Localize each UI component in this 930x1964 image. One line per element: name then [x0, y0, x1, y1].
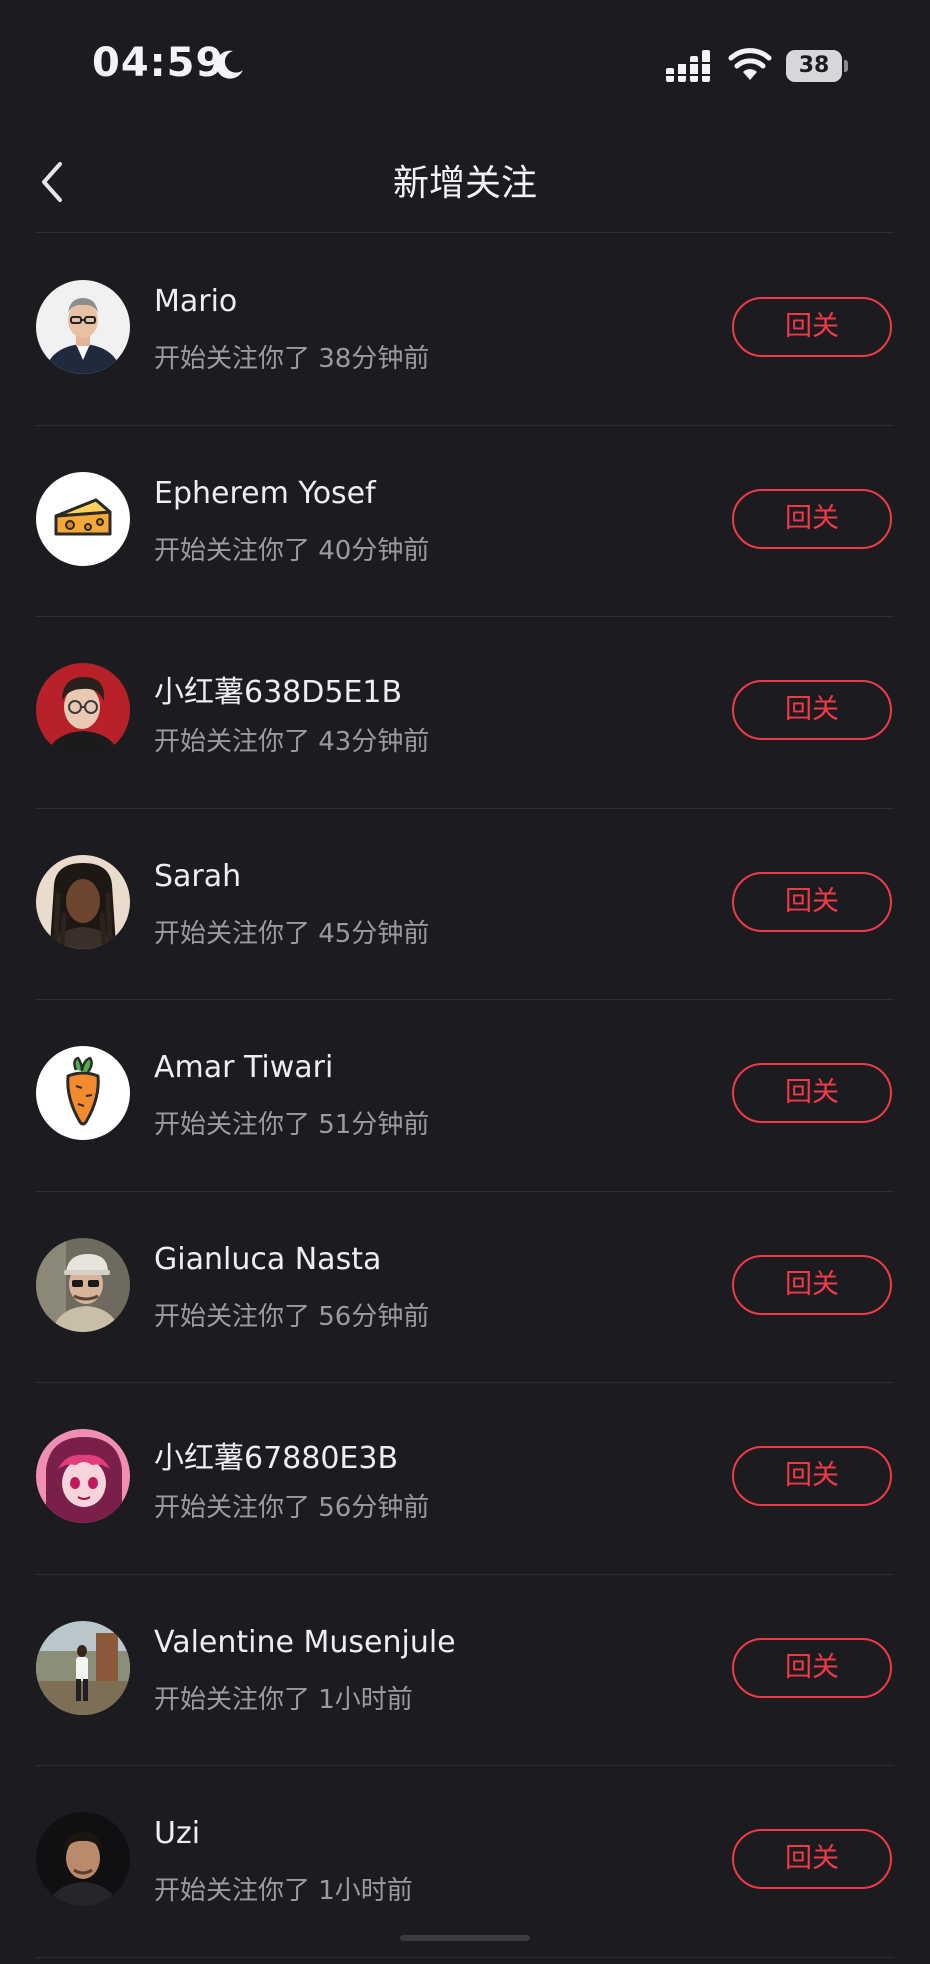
user-name[interactable]: Amar Tiwari	[154, 1050, 333, 1085]
nav-divider	[36, 232, 894, 233]
man-cap-sunglasses-avatar	[36, 1237, 130, 1332]
woman-braids-avatar	[36, 854, 130, 949]
user-name[interactable]: 小红薯638D5E1B	[154, 667, 402, 711]
page-title: 新增关注	[392, 163, 537, 204]
list-item: Gianluca Nasta 开始关注你了 56分钟前 回关	[0, 1192, 930, 1383]
list-item: Mario 开始关注你了 38分钟前 回关	[0, 234, 930, 426]
man-glasses-suit-avatar	[36, 280, 130, 374]
follow-back-button[interactable]: 回关	[732, 1254, 892, 1315]
battery-level: 38	[786, 50, 842, 82]
list-item: Epherem Yosef 开始关注你了 40分钟前 回关	[0, 426, 930, 617]
follow-info: 开始关注你了 1小时前	[154, 1876, 413, 1906]
battery-icon: 38	[786, 50, 848, 82]
carrot-avatar	[36, 1046, 130, 1140]
follow-info: 开始关注你了 56分钟前	[154, 1493, 430, 1523]
follow-info: 开始关注你了 1小时前	[154, 1684, 413, 1715]
avatar[interactable]	[36, 854, 130, 949]
status-time: 04:59	[92, 40, 225, 86]
man-dark-background-avatar	[36, 1812, 130, 1906]
follow-info: 开始关注你了 56分钟前	[154, 1301, 430, 1332]
moon-icon	[216, 50, 243, 79]
follow-back-button[interactable]: 回关	[732, 1637, 892, 1698]
person-outdoor-avatar	[36, 1620, 130, 1715]
avatar[interactable]	[36, 1812, 130, 1906]
user-name[interactable]: Sarah	[154, 859, 241, 894]
follow-info: 开始关注你了 43分钟前	[154, 727, 430, 757]
list-item: Amar Tiwari 开始关注你了 51分钟前 回关	[0, 1000, 930, 1192]
wifi-icon	[728, 48, 772, 80]
anime-character-avatar	[36, 1429, 130, 1523]
follow-info: 开始关注你了 38分钟前	[154, 344, 430, 374]
user-name[interactable]: Epherem Yosef	[154, 476, 376, 511]
list-item: 小红薯67880E3B 开始关注你了 56分钟前 回关	[0, 1383, 930, 1575]
user-name[interactable]: 小红薯67880E3B	[154, 1433, 398, 1477]
home-indicator	[400, 1935, 530, 1941]
list-item: Valentine Musenjule 开始关注你了 1小时前 回关	[0, 1575, 930, 1766]
follower-list: Mario 开始关注你了 38分钟前 回关 Epherem Yosef 开始关注…	[0, 234, 930, 1958]
list-item: Sarah 开始关注你了 45分钟前 回关	[0, 809, 930, 1000]
cheese-avatar	[36, 471, 130, 566]
follow-back-button[interactable]: 回关	[732, 1446, 892, 1506]
avatar[interactable]	[36, 663, 130, 757]
follow-back-button[interactable]: 回关	[732, 1829, 892, 1889]
divider	[36, 1956, 894, 1958]
follow-info: 开始关注你了 51分钟前	[154, 1110, 430, 1140]
follow-back-button[interactable]: 回关	[732, 297, 892, 357]
avatar[interactable]	[36, 1620, 130, 1715]
user-name[interactable]: Valentine Musenjule	[154, 1625, 456, 1660]
follow-info: 开始关注你了 45分钟前	[154, 918, 430, 949]
follow-info: 开始关注你了 40分钟前	[154, 535, 430, 566]
list-item: 小红薯638D5E1B 开始关注你了 43分钟前 回关	[0, 617, 930, 809]
follow-back-button[interactable]: 回关	[732, 871, 892, 932]
avatar[interactable]	[36, 471, 130, 566]
list-item: Uzi 开始关注你了 1小时前 回关	[0, 1766, 930, 1958]
battery-cap	[844, 60, 848, 72]
follow-back-button[interactable]: 回关	[732, 488, 892, 549]
user-name[interactable]: Mario	[154, 284, 237, 319]
avatar[interactable]	[36, 1046, 130, 1140]
nav-bar: 新增关注	[0, 130, 930, 234]
follow-back-button[interactable]: 回关	[732, 680, 892, 740]
status-bar: 04:59 38	[0, 0, 930, 130]
avatar[interactable]	[36, 1429, 130, 1523]
man-glasses-red-background-avatar	[36, 663, 130, 757]
avatar[interactable]	[36, 1237, 130, 1332]
user-name[interactable]: Gianluca Nasta	[154, 1242, 381, 1277]
follow-back-button[interactable]: 回关	[732, 1063, 892, 1123]
user-name[interactable]: Uzi	[154, 1816, 200, 1851]
avatar[interactable]	[36, 280, 130, 374]
signal-icon	[666, 50, 710, 82]
